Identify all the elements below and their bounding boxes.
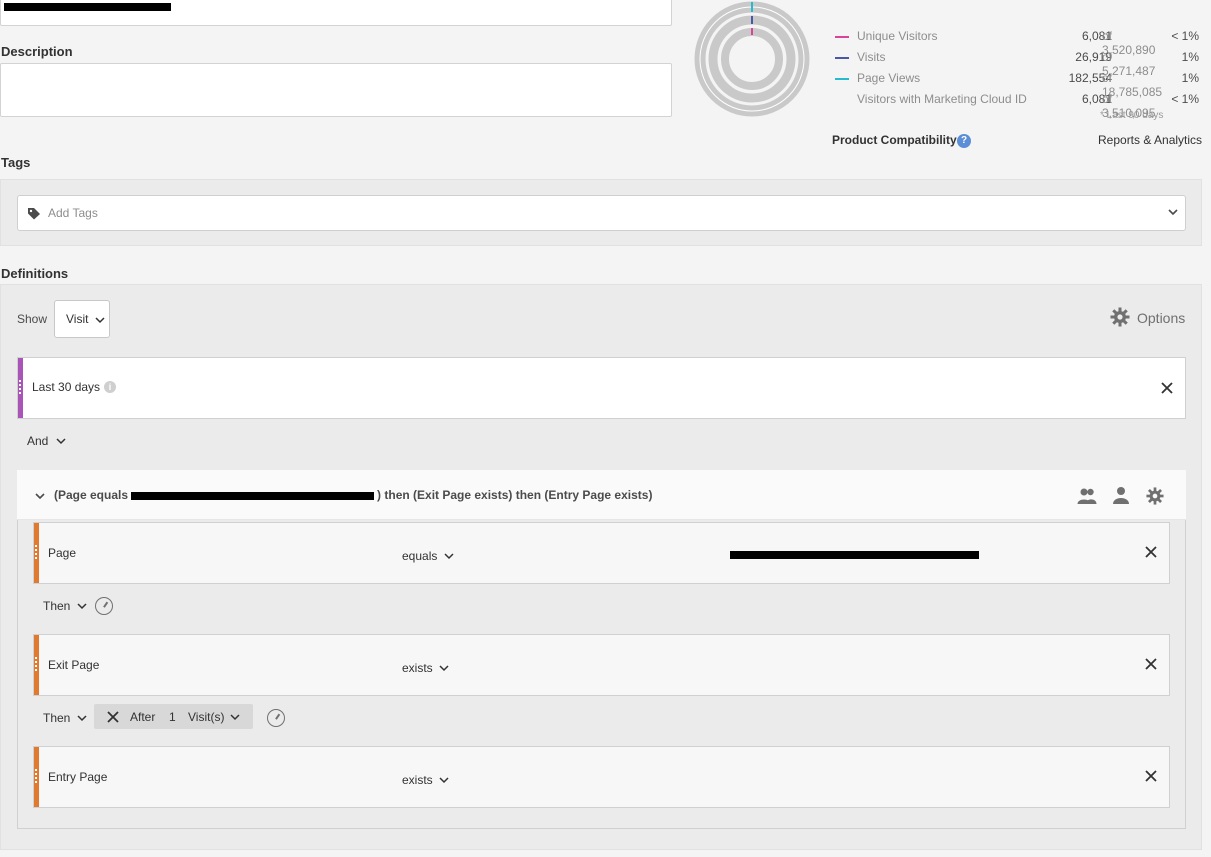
rule-operator[interactable]: exists bbox=[402, 661, 449, 675]
date-range-row[interactable] bbox=[17, 357, 1186, 419]
info-icon[interactable]: i bbox=[104, 381, 116, 393]
metric-swatch bbox=[835, 36, 849, 38]
then-operator-button[interactable]: Then bbox=[43, 711, 87, 725]
metric-label: Unique Visitors bbox=[857, 29, 938, 43]
grip-dots bbox=[35, 657, 37, 673]
close-icon[interactable] bbox=[1145, 546, 1157, 558]
and-label: And bbox=[27, 434, 49, 448]
redacted-page-value bbox=[131, 491, 375, 500]
redacted-rule-value bbox=[730, 551, 979, 559]
chevron-down-icon bbox=[444, 553, 454, 560]
chevron-down-icon bbox=[439, 665, 449, 672]
close-icon[interactable] bbox=[1161, 382, 1173, 394]
metric-swatch bbox=[835, 57, 849, 59]
tag-icon bbox=[28, 208, 40, 220]
show-label: Show bbox=[17, 312, 48, 326]
then-operator-button[interactable]: Then bbox=[43, 599, 87, 613]
rule-operator-label: exists bbox=[402, 661, 433, 675]
chevron-down-icon bbox=[95, 317, 105, 324]
after-count-input[interactable]: 1 bbox=[169, 710, 176, 724]
help-icon[interactable]: ? bbox=[957, 134, 971, 148]
time-restriction-chip: After 1 Visit(s) bbox=[94, 704, 253, 729]
chevron-down-icon[interactable] bbox=[1167, 207, 1179, 217]
rule-operator-label: equals bbox=[402, 549, 438, 563]
grip-dots bbox=[19, 380, 21, 396]
drag-handle[interactable] bbox=[18, 358, 23, 418]
description-textarea[interactable] bbox=[0, 63, 672, 117]
container-title-prefix: (Page equals bbox=[54, 488, 129, 502]
drag-handle[interactable] bbox=[34, 523, 39, 583]
gear-icon[interactable] bbox=[1146, 487, 1164, 505]
rule-row[interactable]: Exit Page exists bbox=[33, 634, 1170, 696]
clock-icon[interactable] bbox=[267, 709, 285, 727]
summary-footnote: * Last 90 days bbox=[1100, 110, 1164, 121]
rule-row[interactable]: Page equals bbox=[33, 522, 1170, 584]
show-select[interactable]: Visit bbox=[54, 300, 110, 338]
after-unit-select[interactable]: Visit(s) bbox=[188, 710, 240, 724]
container-title: (Page equals ) then (Exit Page exists) th… bbox=[54, 488, 652, 502]
metric-percent: 1% bbox=[1181, 50, 1199, 64]
then-label: Then bbox=[43, 711, 71, 725]
metric-row: Visitors with Marketing Cloud ID 6,081 o… bbox=[835, 91, 1205, 120]
redacted-title bbox=[4, 3, 171, 11]
rule-operator[interactable]: exists bbox=[402, 773, 449, 787]
summary-metrics: Unique Visitors 6,081 of 3,520,890 < 1% … bbox=[835, 28, 1205, 120]
description-label: Description bbox=[1, 44, 73, 59]
metric-row: Visits 26,919 of 5,271,487 1% bbox=[835, 49, 1205, 78]
chevron-down-icon bbox=[230, 714, 240, 721]
metric-swatch bbox=[835, 78, 849, 80]
metric-row: Page Views 182,554 of 18,785,085 1% bbox=[835, 70, 1205, 99]
chevron-down-icon bbox=[77, 603, 87, 610]
after-unit-label: Visit(s) bbox=[188, 710, 225, 724]
rule-row[interactable]: Entry Page exists bbox=[33, 746, 1170, 808]
close-icon[interactable] bbox=[1145, 770, 1157, 782]
tags-placeholder: Add Tags bbox=[48, 206, 98, 220]
product-compatibility-label: Product Compatibility bbox=[832, 133, 957, 147]
and-operator-button[interactable]: And bbox=[27, 434, 66, 448]
chevron-down-icon bbox=[77, 715, 87, 722]
then-label: Then bbox=[43, 599, 71, 613]
collapse-chevron-icon[interactable] bbox=[34, 491, 46, 501]
rule-dimension[interactable]: Page bbox=[48, 546, 76, 560]
metric-row: Unique Visitors 6,081 of 3,520,890 < 1% bbox=[835, 28, 1205, 57]
drag-handle[interactable] bbox=[34, 635, 39, 695]
grip-dots bbox=[35, 769, 37, 785]
chevron-down-icon bbox=[439, 777, 449, 784]
definitions-label: Definitions bbox=[1, 266, 69, 281]
rule-operator-label: exists bbox=[402, 773, 433, 787]
chevron-down-icon bbox=[56, 438, 66, 445]
metric-label: Visits bbox=[857, 50, 886, 64]
visitor-icon[interactable] bbox=[1112, 486, 1130, 505]
clock-icon[interactable] bbox=[95, 597, 113, 615]
visitors-group-icon[interactable] bbox=[1077, 487, 1097, 505]
container-title-suffix: ) then (Exit Page exists) then (Entry Pa… bbox=[377, 488, 653, 502]
date-range-label: Last 30 days bbox=[32, 380, 101, 394]
rule-dimension[interactable]: Entry Page bbox=[48, 770, 107, 784]
show-select-value: Visit bbox=[66, 312, 89, 326]
close-icon[interactable] bbox=[1145, 658, 1157, 670]
after-label: After bbox=[130, 710, 156, 724]
metric-percent: 1% bbox=[1181, 71, 1199, 85]
gear-icon bbox=[1110, 307, 1130, 327]
drag-handle[interactable] bbox=[34, 747, 39, 807]
close-icon[interactable] bbox=[107, 711, 119, 723]
metric-label: Visitors with Marketing Cloud ID bbox=[857, 92, 1027, 106]
metric-label: Page Views bbox=[857, 71, 921, 85]
summary-donut-chart bbox=[694, 1, 810, 117]
tags-input[interactable] bbox=[17, 195, 1186, 231]
options-label: Options bbox=[1137, 310, 1186, 326]
product-compatibility-value: Reports & Analytics bbox=[1098, 133, 1203, 147]
rule-operator[interactable]: equals bbox=[402, 549, 454, 563]
metric-percent: < 1% bbox=[1171, 92, 1199, 106]
tags-label: Tags bbox=[1, 155, 31, 170]
metric-percent: < 1% bbox=[1171, 29, 1199, 43]
grip-dots bbox=[35, 545, 37, 561]
rule-dimension[interactable]: Exit Page bbox=[48, 658, 99, 672]
